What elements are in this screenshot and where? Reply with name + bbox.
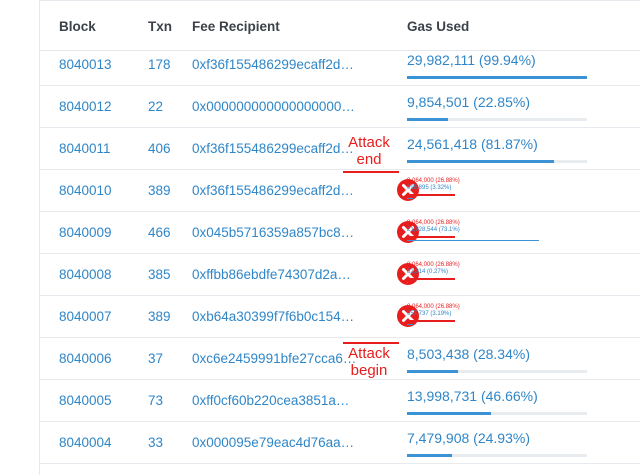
- gas-used-bar: [407, 118, 587, 121]
- attack-gas-bar-fill: [407, 278, 456, 280]
- txn-count-link[interactable]: 389: [148, 183, 171, 198]
- table-row: 8040007 389 0xb64a30399f7f6b0c154… 8,064,0…: [40, 295, 640, 338]
- header-fee-recipient: Fee Recipient: [192, 19, 280, 34]
- gas-used-bar-fill: [407, 240, 539, 241]
- attack-gas-bar-fill: [407, 236, 456, 238]
- table-row: 8040008 385 0xffbb86ebdfe74307d2a… 8,064,0…: [40, 253, 640, 296]
- gas-used-bar-fill: [407, 412, 491, 415]
- fee-recipient-link[interactable]: 0xc6e2459991bfe27cca6…: [192, 351, 368, 366]
- attack-gas-value: 8,064,000 (26.88%): [407, 304, 460, 310]
- txn-count-link[interactable]: 466: [148, 225, 171, 240]
- table-row: 8040005 73 0xff0cf60b220cea3851a… 13,998,73…: [40, 379, 640, 422]
- fee-recipient-link[interactable]: 0x045b5716359a857bc8…: [192, 225, 368, 240]
- block-link[interactable]: 8040008: [59, 267, 112, 282]
- block-link[interactable]: 8040011: [59, 141, 111, 156]
- gas-used-bar: [407, 370, 587, 373]
- txn-count-link[interactable]: 37: [148, 351, 163, 366]
- header-block: Block: [59, 19, 96, 34]
- attack-gas-bar-fill: [407, 320, 456, 322]
- attack-end-marker: [343, 171, 399, 173]
- gas-used-bar-fill: [407, 324, 413, 325]
- block-link[interactable]: 8040012: [59, 99, 112, 114]
- attack-gas-value: 8,064,000 (26.88%): [407, 220, 460, 226]
- gas-used-value: 82,014 (0.27%): [407, 269, 449, 275]
- gas-used-value: 995,895 (3.32%): [407, 185, 452, 191]
- attack-gas-bar-fill: [407, 194, 456, 196]
- gas-used-value: 29,982,111 (99.94%): [407, 52, 536, 68]
- table-row: 8040009 466 0x045b5716359a857bc8… 8,064,00…: [40, 211, 640, 254]
- block-link[interactable]: 8040007: [59, 309, 112, 324]
- attack-gas-value: 8,064,000 (26.88%): [407, 178, 460, 184]
- attack-gas-value: 8,064,000 (26.88%): [407, 262, 460, 268]
- txn-count-link[interactable]: 73: [148, 393, 163, 408]
- attack-begin-label: Attack begin: [348, 345, 390, 379]
- fee-recipient-link[interactable]: 0xff0cf60b220cea3851a…: [192, 393, 368, 408]
- gas-used-value: 13,998,731 (46.66%): [407, 388, 538, 404]
- txn-count-link[interactable]: 22: [148, 99, 163, 114]
- gas-used-bar-fill: [407, 454, 452, 457]
- gas-used-bar: [407, 412, 587, 415]
- fee-recipient-link[interactable]: 0xffbb86ebdfe74307d2a…: [192, 267, 368, 282]
- txn-count-link[interactable]: 389: [148, 309, 171, 324]
- gas-used-bar-fill: [407, 370, 458, 373]
- gas-used-value: 21,928,544 (73.1%): [407, 227, 460, 233]
- attack-gas-bar: [407, 194, 587, 196]
- gas-used-value: 9,854,501 (22.85%): [407, 94, 530, 110]
- block-link[interactable]: 8040013: [59, 57, 112, 72]
- gas-used-bar: [407, 76, 587, 79]
- block-link[interactable]: 8040005: [59, 393, 112, 408]
- header-gas-used: Gas Used: [407, 19, 470, 34]
- table-row: 8040011 406 0xf36f155486299ecaff2d… 24,561,…: [40, 127, 640, 170]
- attack-gas-bar: [407, 278, 587, 280]
- gas-used-value: 24,561,418 (81.87%): [407, 136, 538, 152]
- txn-count-link[interactable]: 178: [148, 57, 171, 72]
- fee-recipient-link[interactable]: 0xf36f155486299ecaff2d…: [192, 57, 368, 72]
- fee-recipient-link[interactable]: 0x000095e79eac4d76aa…: [192, 435, 368, 450]
- attack-end-label: Attack end: [348, 134, 390, 168]
- table-row: 8040004 33 0x000095e79eac4d76aa… 7,479,908 …: [40, 421, 640, 464]
- attack-gas-bar: [407, 236, 587, 238]
- header-txn: Txn: [148, 19, 173, 34]
- txn-count-link[interactable]: 406: [148, 141, 171, 156]
- table-row: 8040006 37 0xc6e2459991bfe27cca6… 8,503,438…: [40, 337, 640, 380]
- attack-begin-marker: [343, 342, 399, 344]
- txn-count-link[interactable]: 385: [148, 267, 171, 282]
- table-row: 8040012 22 0x000000000000000000… 9,854,501 …: [40, 85, 640, 128]
- block-link[interactable]: 8040004: [59, 435, 112, 450]
- block-link[interactable]: 8040006: [59, 351, 112, 366]
- gas-used-bar-fill: [407, 198, 413, 199]
- gas-used-bar-fill: [407, 160, 555, 163]
- fee-recipient-link[interactable]: 0x000000000000000000…: [192, 99, 368, 114]
- gas-used-bar-fill: [407, 118, 449, 121]
- table-row: 8040010 389 0xf36f155486299ecaff2d… 8,064,…: [40, 169, 640, 212]
- block-link[interactable]: 8040010: [59, 183, 112, 198]
- gas-used-bar-fill: [407, 76, 587, 79]
- attack-gas-bar: [407, 320, 587, 322]
- fee-recipient-link[interactable]: 0xf36f155486299ecaff2d…: [192, 183, 368, 198]
- gas-used-value: 957,737 (3.19%): [407, 311, 452, 317]
- block-link[interactable]: 8040009: [59, 225, 112, 240]
- gas-used-bar: [407, 454, 587, 457]
- fee-recipient-link[interactable]: 0xf36f155486299ecaff2d…: [192, 141, 368, 156]
- gas-used-bar: [407, 160, 587, 163]
- table-row: 8040013 178 0xf36f155486299ecaff2d… 29,982,…: [40, 43, 640, 86]
- gas-used-bar-fill: [407, 282, 408, 283]
- gas-used-value: 7,479,908 (24.93%): [407, 430, 530, 446]
- txn-count-link[interactable]: 33: [148, 435, 163, 450]
- gas-used-value: 8,503,438 (28.34%): [407, 346, 530, 362]
- fee-recipient-link[interactable]: 0xb64a30399f7f6b0c154…: [192, 309, 368, 324]
